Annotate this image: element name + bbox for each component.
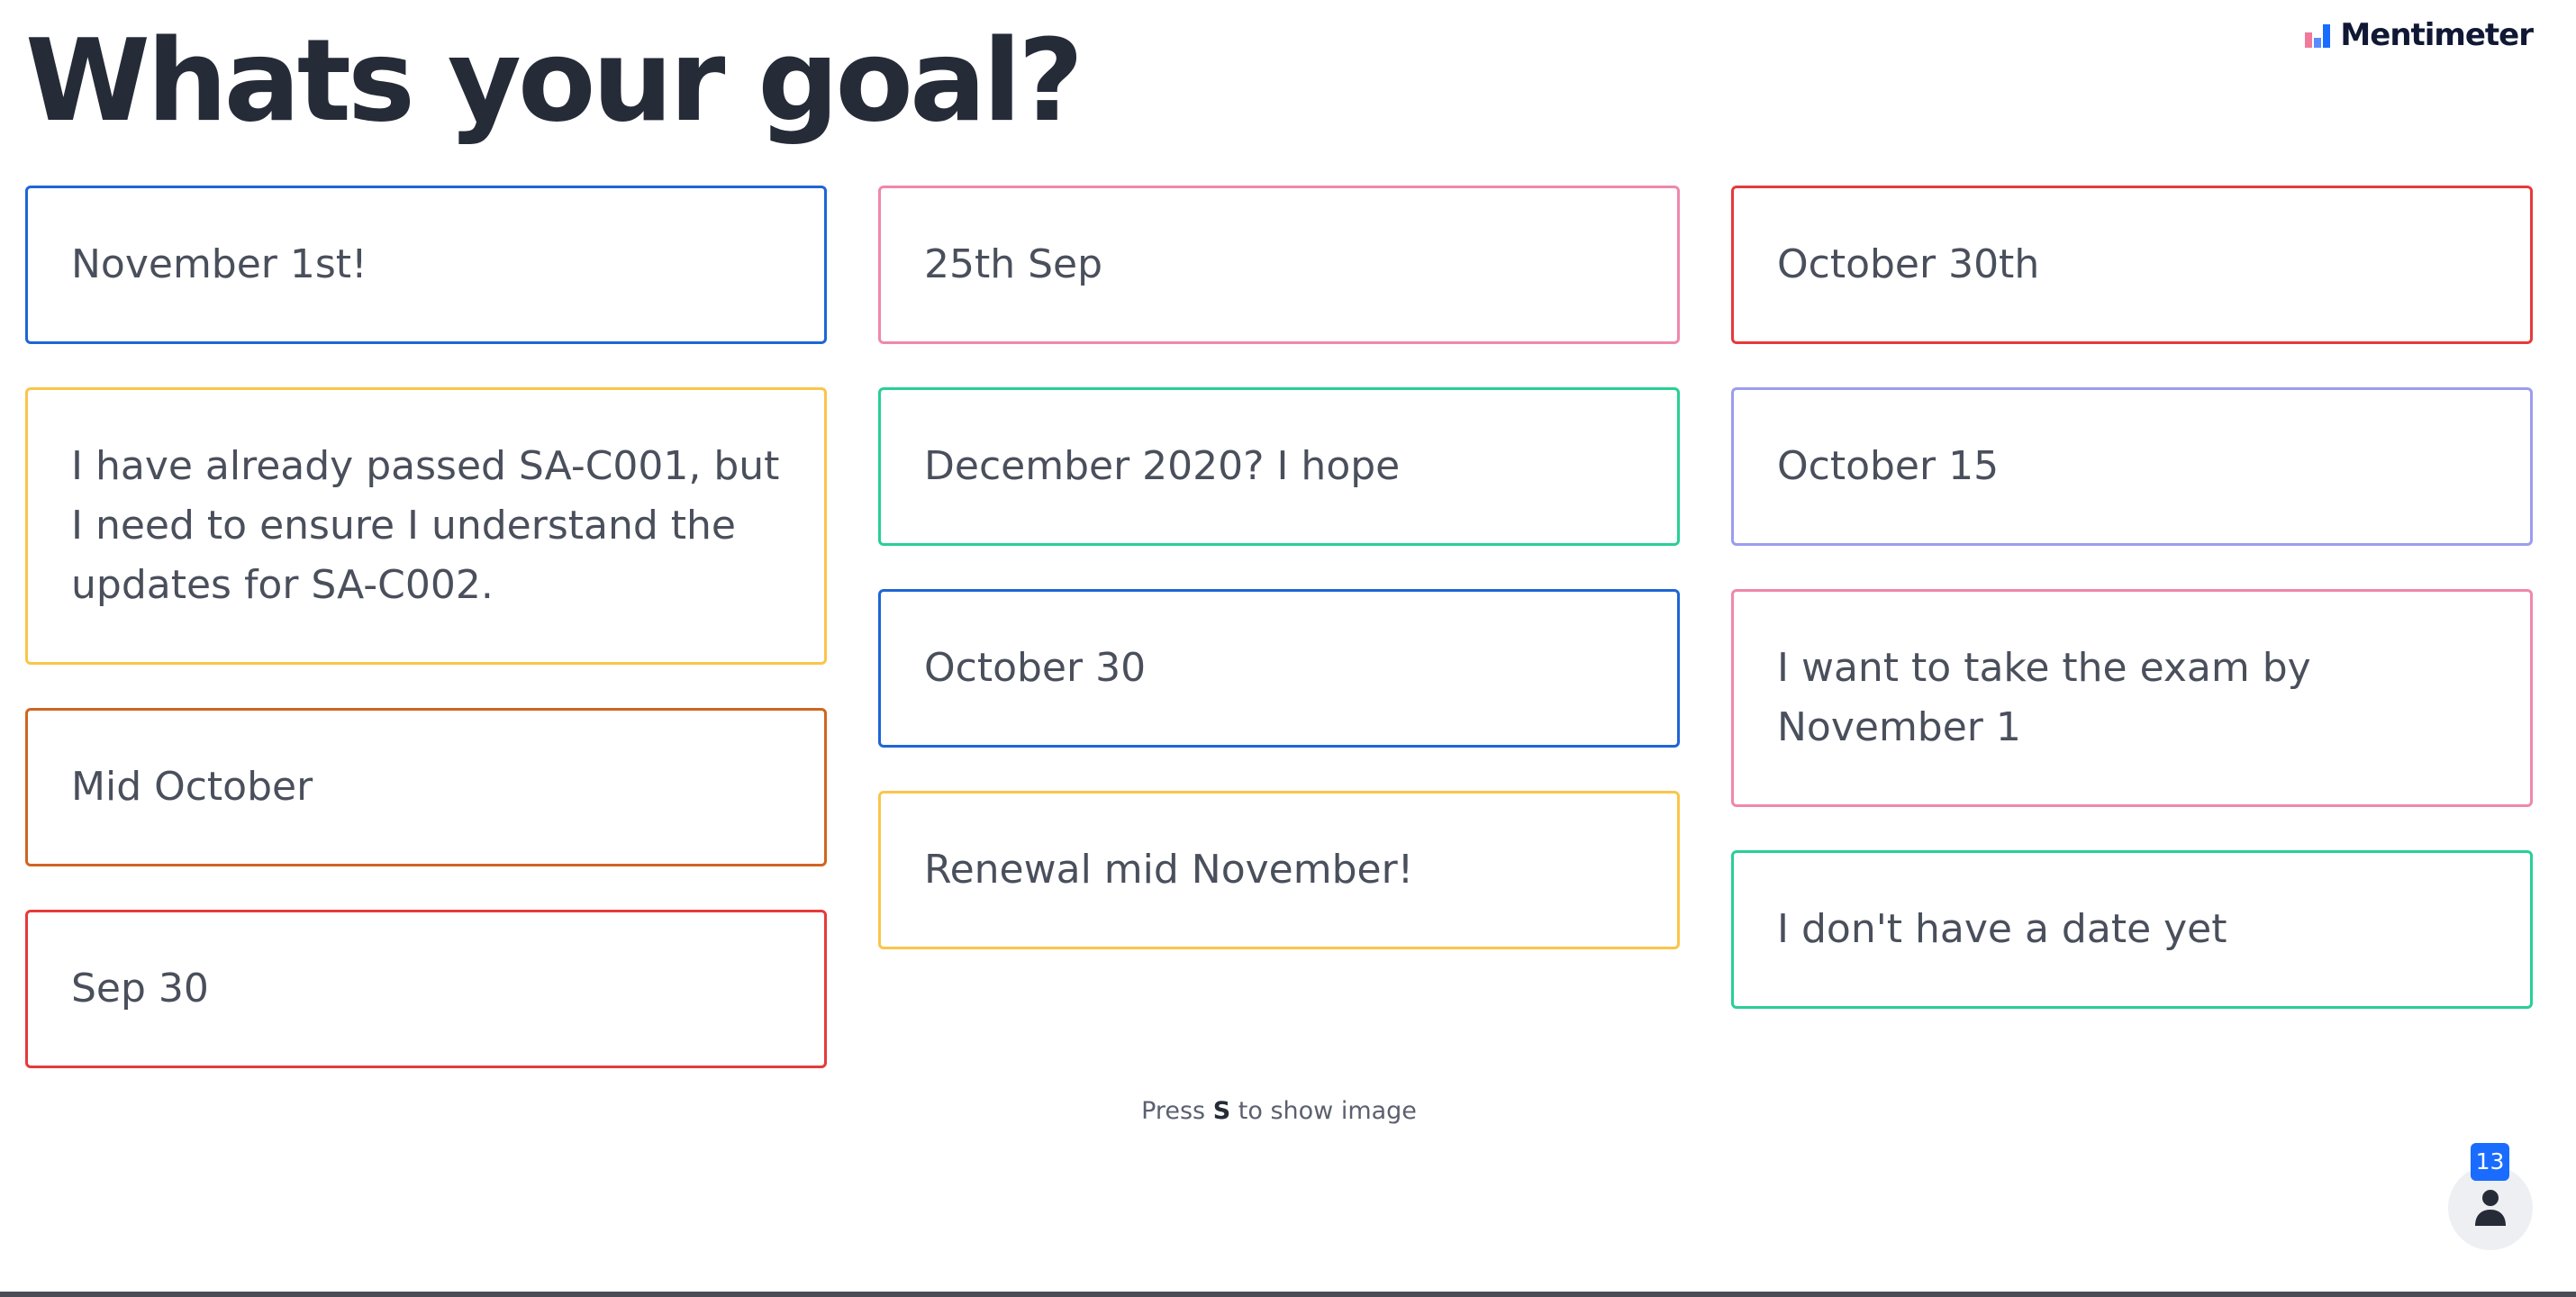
window-bottom-edge [0,1292,2576,1297]
response-text: I don't have a date yet [1777,906,2227,952]
response-text: Mid October [71,764,313,810]
response-card: Renewal mid November! [878,791,1680,949]
response-text: October 30 [924,645,1147,691]
mentimeter-logo-icon [2305,24,2331,48]
response-text: Sep 30 [71,966,209,1011]
response-card: December 2020? I hope [878,387,1680,546]
response-text: October 15 [1777,443,2000,489]
brand-name: Mentimeter [2340,17,2534,53]
participant-count-badge: 13 [2471,1143,2509,1181]
response-text: December 2020? I hope [924,443,1401,489]
response-card: October 30th [1731,186,2533,344]
hint-prefix: Press [1141,1097,1206,1125]
response-card: Mid October [25,708,827,866]
response-text: I have already passed SA-C001, but I nee… [71,443,780,608]
responses-column-1: November 1st! I have already passed SA-C… [25,186,827,1068]
response-card: Sep 30 [25,910,827,1068]
responses-column-3: October 30th October 15 I want to take t… [1731,186,2533,1009]
response-text: I want to take the exam by November 1 [1777,645,2311,750]
hint-suffix: to show image [1238,1097,1417,1125]
response-card: October 15 [1731,387,2533,546]
show-image-hint: Press S to show image [878,1093,1680,1129]
person-icon [2475,1190,2506,1226]
response-card: I want to take the exam by November 1 [1731,589,2533,807]
response-text: 25th Sep [924,241,1103,287]
responses-column-2: 25th Sep December 2020? I hope October 3… [878,186,1680,949]
slide-title: Whats your goal? [25,14,1084,147]
response-card: October 30 [878,589,1680,748]
hint-key: S [1212,1097,1231,1125]
brand-logo: Mentimeter [2304,16,2534,54]
response-text: Renewal mid November! [924,847,1414,893]
response-card: I have already passed SA-C001, but I nee… [25,387,827,665]
response-card: November 1st! [25,186,827,344]
response-text: November 1st! [71,241,367,287]
response-card: 25th Sep [878,186,1680,344]
response-card: I don't have a date yet [1731,850,2533,1009]
response-text: October 30th [1777,241,2040,287]
